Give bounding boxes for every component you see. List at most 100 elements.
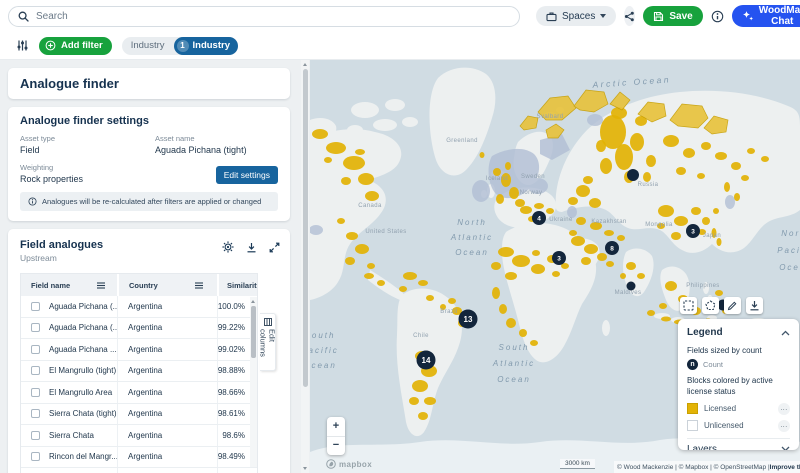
place-label: Kazakhstan	[591, 219, 626, 225]
filter-chip-label: Industry	[193, 40, 230, 51]
asset-name-field: Asset name Aguada Pichana (tight)	[155, 134, 278, 155]
mapbox-logo[interactable]: mapbox	[326, 459, 372, 469]
recalculate-note: Analogues will be re-calculated after fi…	[20, 192, 278, 211]
place-label: Norway	[520, 190, 543, 196]
count-label: Count	[703, 360, 723, 369]
panel-title-card: Analogue finder	[8, 68, 290, 99]
legend-header[interactable]: Legend	[687, 327, 790, 338]
filter-group-label: Industry	[122, 40, 174, 51]
similarity-cell: 98.47%	[217, 468, 257, 473]
row-checkbox[interactable]	[31, 366, 40, 375]
table-scrollbar[interactable]	[250, 297, 257, 467]
draw-pencil-button[interactable]	[724, 297, 741, 314]
columns-icon	[264, 318, 272, 326]
edit-settings-button[interactable]: Edit settings	[216, 166, 278, 184]
search-box[interactable]	[8, 6, 520, 27]
table-row[interactable]: Sierra Chata (tight)Argentina98.61%	[21, 404, 257, 426]
share-button[interactable]	[624, 6, 635, 26]
place-label: Greenland	[446, 138, 478, 144]
field-name-cell: Aguada Pichana (...	[49, 296, 117, 317]
polygon-select-button[interactable]	[702, 297, 719, 314]
column-menu-icon[interactable]	[195, 282, 203, 289]
edit-columns-label: Edit columns	[259, 329, 277, 370]
licensed-swatch	[687, 403, 698, 414]
download-button[interactable]	[245, 241, 257, 253]
field-name-cell: Aguada Pichana ...	[49, 339, 117, 360]
info-button[interactable]	[711, 6, 724, 26]
country-cell: Argentina	[117, 318, 217, 339]
row-checkbox[interactable]	[31, 452, 40, 461]
ocean-label: North	[457, 218, 487, 227]
zoom-in-button[interactable]: +	[327, 417, 345, 437]
place-label: Japan	[703, 233, 721, 239]
spaces-button[interactable]: Spaces	[536, 6, 616, 26]
table-row[interactable]: El Mangrullo AreaArgentina98.66%	[21, 382, 257, 404]
ocean-label: Ocean	[455, 248, 489, 257]
analogues-subtitle: Upstream	[20, 253, 278, 263]
unlicensed-menu-button[interactable]: ...	[778, 420, 790, 432]
map-toolbar	[680, 297, 763, 314]
legend-title: Legend	[687, 327, 723, 338]
map-download-button[interactable]	[746, 297, 763, 314]
table-row[interactable]: Aguada Pichana (...Argentina99.22%	[21, 318, 257, 340]
column-header-country[interactable]: Country	[117, 274, 217, 296]
cluster-marker[interactable]	[627, 169, 639, 181]
analogue-finder-panel: Analogue finder Analogue finder settings…	[0, 60, 310, 473]
layers-row[interactable]: Layers	[687, 444, 790, 450]
country-cell: Argentina	[117, 382, 217, 403]
place-label: Ukraine	[549, 217, 573, 223]
expand-button[interactable]	[268, 241, 280, 253]
chevron-up-icon[interactable]	[781, 330, 790, 336]
place-label: Chile	[413, 333, 429, 339]
search-input[interactable]	[36, 11, 510, 22]
field-name-cell: Rincon del Mangr...	[49, 447, 117, 468]
row-checkbox[interactable]	[31, 388, 40, 397]
search-icon	[18, 11, 29, 22]
row-checkbox[interactable]	[31, 345, 40, 354]
column-header-field-name[interactable]: Field name	[21, 274, 117, 296]
industry-filter-group[interactable]: Industry 1 Industry	[122, 37, 238, 55]
column-menu-icon[interactable]	[97, 282, 105, 289]
field-name-cell: Aguada Pichana (...	[49, 318, 117, 339]
filter-count-badge: 1	[177, 40, 189, 52]
table-row[interactable]: Sierra ChataArgentina98.6%	[21, 425, 257, 447]
page-title: Analogue finder	[20, 76, 278, 91]
cluster-marker[interactable]	[627, 282, 636, 291]
cluster-count: 13	[464, 315, 473, 324]
map-canvas[interactable]: Arctic OceanNorthAtlanticOceanSouthAtlan…	[310, 60, 800, 473]
improve-map-link[interactable]: Improve this map	[770, 464, 800, 471]
panel-scrollbar[interactable]	[301, 60, 309, 473]
industry-filter-chip[interactable]: 1 Industry	[174, 37, 238, 55]
cluster-count: 14	[422, 356, 431, 365]
asset-type-field: Asset type Field	[20, 134, 155, 155]
add-filter-button[interactable]: Add filter	[39, 37, 112, 55]
row-checkbox[interactable]	[31, 431, 40, 440]
filter-sliders-icon[interactable]	[16, 39, 29, 52]
woodmac-chat-button[interactable]: WoodMac Chat	[732, 5, 800, 27]
field-name-cell: El Mangrullo (tight)	[49, 361, 117, 382]
place-label: Canada	[358, 203, 382, 209]
settings-gear-button[interactable]	[222, 241, 234, 253]
table-row[interactable]: Aguada Pichana (...Argentina100.0%	[21, 296, 257, 318]
map-attribution: © Wood Mackenzie | © Mapbox | © OpenStre…	[614, 461, 800, 473]
row-checkbox[interactable]	[31, 302, 40, 311]
column-header-similarity[interactable]: Similarity score	[217, 274, 257, 296]
legend-item-unlicensed: Unlicensed ...	[687, 420, 790, 432]
zoom-out-button[interactable]: −	[327, 437, 345, 456]
country-cell: Argentina	[117, 404, 217, 425]
table-row[interactable]: Aguada Pichana...Argentina98.47%	[21, 468, 257, 473]
save-icon	[653, 11, 664, 22]
row-checkbox[interactable]	[31, 323, 40, 332]
field-name-cell: Aguada Pichana...	[49, 468, 117, 473]
rectangle-select-button[interactable]	[680, 297, 697, 314]
save-button[interactable]: Save	[643, 6, 702, 26]
table-row[interactable]: Rincon del Mangr...Argentina98.49%	[21, 447, 257, 469]
edit-columns-tab[interactable]: Edit columns	[260, 313, 276, 371]
topbar: Spaces Save WoodMac Chat	[0, 0, 800, 32]
place-label: Sweden	[521, 174, 545, 180]
table-row[interactable]: El Mangrullo (tight)Argentina98.88%	[21, 361, 257, 383]
licensed-menu-button[interactable]: ...	[778, 403, 790, 415]
row-checkbox[interactable]	[31, 409, 40, 418]
ocean-label: Ocean	[310, 361, 337, 370]
table-row[interactable]: Aguada Pichana ...Argentina99.02%	[21, 339, 257, 361]
